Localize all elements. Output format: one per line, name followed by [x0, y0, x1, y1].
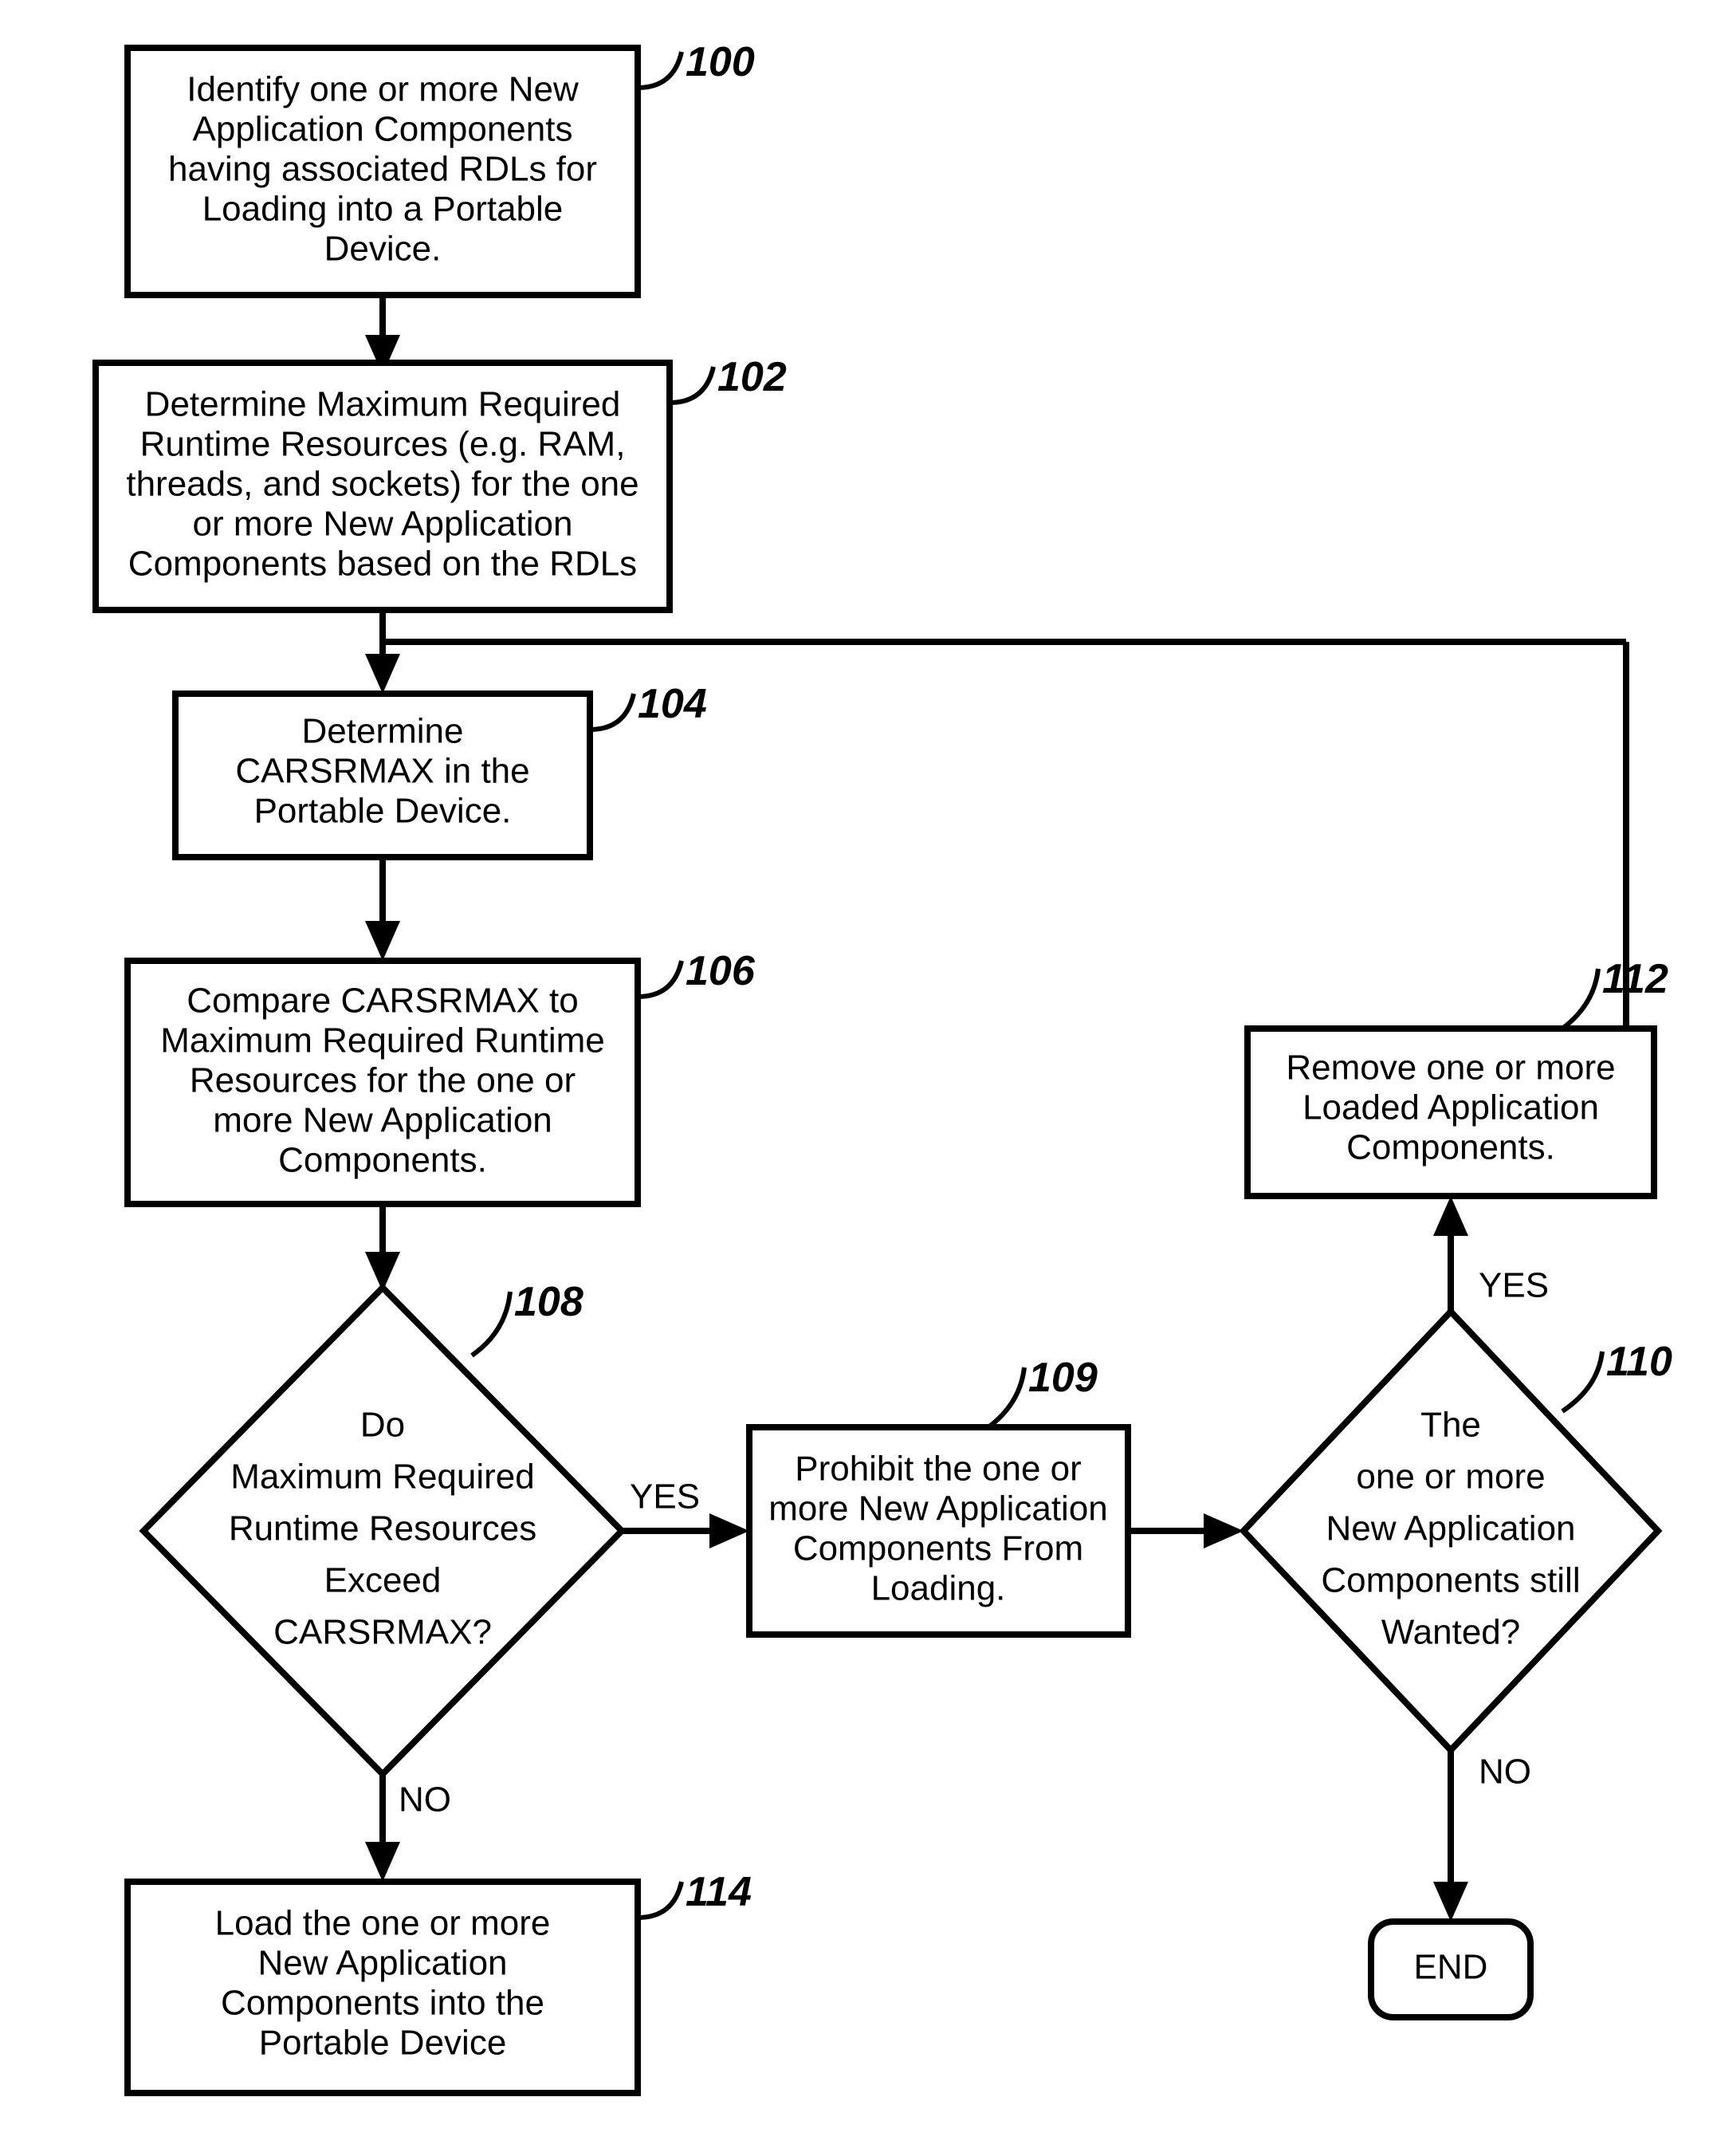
ref-109: 109 [1028, 1355, 1098, 1401]
svg-text:Determine: Determine [302, 712, 464, 751]
svg-text:Application Components: Application Components [193, 110, 573, 149]
svg-text:Determine Maximum Required: Determine Maximum Required [145, 385, 621, 424]
svg-text:Components From: Components From [793, 1529, 1083, 1568]
arrowhead [1433, 1196, 1468, 1236]
ref-104: 104 [638, 681, 707, 727]
callout-line [670, 367, 713, 403]
callout-line [1562, 969, 1598, 1029]
svg-text:Compare CARSRMAX to: Compare CARSRMAX to [187, 982, 578, 1021]
svg-text:Remove one or more: Remove one or more [1286, 1048, 1615, 1088]
svg-text:Components into the: Components into the [221, 1984, 544, 2023]
arrowhead [1204, 1513, 1243, 1548]
decision-108: Do Maximum Required Runtime Resources Ex… [143, 1279, 622, 1774]
svg-text:Runtime Resources (e.g. RAM,: Runtime Resources (e.g. RAM, [140, 425, 626, 464]
svg-text:CARSRMAX in the: CARSRMAX in the [235, 752, 529, 791]
step-109: Prohibit the one or more New Application… [749, 1355, 1128, 1635]
svg-text:threads, and sockets) for the: threads, and sockets) for the one [126, 465, 638, 504]
arrowhead [365, 921, 400, 961]
arrowhead [1433, 1882, 1468, 1922]
step-102: Determine Maximum Required Runtime Resou… [96, 354, 787, 610]
ref-102: 102 [717, 354, 787, 400]
ref-112: 112 [1602, 956, 1668, 1002]
callout-line [1562, 1351, 1602, 1411]
step-114: Load the one or more New Application Com… [128, 1869, 752, 2093]
svg-text:Prohibit the one or: Prohibit the one or [795, 1450, 1082, 1489]
svg-text:Exceed: Exceed [324, 1561, 442, 1600]
svg-text:Portable Device: Portable Device [259, 2024, 507, 2063]
label-no: NO [399, 1780, 451, 1820]
arrowhead [365, 654, 400, 694]
ref-110: 110 [1606, 1339, 1672, 1385]
callout-line [590, 694, 634, 730]
svg-text:Loading into a Portable: Loading into a Portable [202, 190, 564, 229]
callout-line [638, 961, 682, 997]
svg-text:END: END [1414, 1948, 1488, 1987]
svg-text:Components.: Components. [278, 1141, 487, 1180]
terminator-end: END [1371, 1922, 1530, 2017]
svg-text:Loaded Application: Loaded Application [1302, 1088, 1599, 1127]
svg-text:New Application: New Application [257, 1944, 507, 1983]
ref-100: 100 [686, 39, 755, 85]
callout-line [988, 1367, 1024, 1427]
callout-line [638, 1882, 682, 1918]
ref-108: 108 [514, 1279, 583, 1325]
ref-106: 106 [686, 948, 756, 994]
svg-text:Loading.: Loading. [871, 1569, 1006, 1608]
flowchart-diagram: Identify one or more New Application Com… [0, 0, 1713, 2156]
step-104: Determine CARSRMAX in the Portable Devic… [175, 681, 707, 857]
step-100: Identify one or more New Application Com… [128, 39, 755, 295]
svg-text:Identify one or more New: Identify one or more New [187, 70, 579, 109]
svg-text:Maximum Required: Maximum Required [230, 1458, 534, 1497]
svg-text:or more New Application: or more New Application [193, 505, 573, 544]
arrowhead [365, 1842, 400, 1882]
svg-text:Components based on the RDLs: Components based on the RDLs [128, 545, 637, 584]
label-no: NO [1479, 1753, 1531, 1792]
svg-text:Load the one or more: Load the one or more [215, 1904, 551, 1943]
callout-line [638, 52, 682, 88]
svg-text:CARSRMAX?: CARSRMAX? [273, 1613, 492, 1652]
svg-text:The: The [1420, 1406, 1481, 1445]
svg-text:Wanted?: Wanted? [1381, 1613, 1520, 1652]
svg-text:having associated RDLs for: having associated RDLs for [168, 150, 597, 189]
label-yes: YES [1479, 1266, 1549, 1305]
decision-110: The one or more New Application Componen… [1243, 1312, 1672, 1750]
svg-text:Runtime Resources: Runtime Resources [229, 1509, 536, 1548]
step-112: Remove one or more Loaded Application Co… [1247, 956, 1668, 1196]
label-yes: YES [630, 1477, 700, 1517]
arrowhead [709, 1513, 749, 1548]
svg-text:Portable Device.: Portable Device. [254, 792, 512, 831]
svg-text:Components.: Components. [1346, 1128, 1555, 1167]
step-106: Compare CARSRMAX to Maximum Required Run… [128, 948, 756, 1204]
svg-text:more New Application: more New Application [768, 1489, 1108, 1528]
svg-text:one or more: one or more [1356, 1458, 1545, 1497]
svg-text:Components still: Components still [1321, 1561, 1580, 1600]
svg-text:New Application: New Application [1326, 1509, 1575, 1548]
svg-text:Resources for the one or: Resources for the one or [190, 1061, 576, 1100]
svg-text:Do: Do [360, 1406, 405, 1445]
svg-text:more New Application: more New Application [213, 1101, 552, 1140]
svg-text:Device.: Device. [324, 230, 442, 269]
svg-text:Maximum Required Runtime: Maximum Required Runtime [160, 1021, 605, 1060]
callout-line [472, 1292, 510, 1355]
ref-114: 114 [686, 1869, 752, 1915]
